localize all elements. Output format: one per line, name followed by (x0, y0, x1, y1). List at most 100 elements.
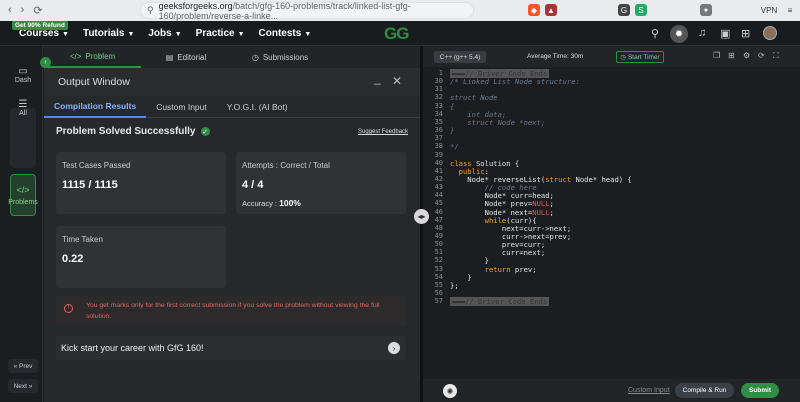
rail-all[interactable]: ☰ All (10, 99, 36, 119)
back-icon[interactable]: ‹ (8, 4, 12, 17)
time-taken-card: Time Taken 0.22 (56, 226, 226, 288)
extension-g-icon[interactable]: G (618, 4, 630, 16)
output-header: Output Window _ ✕ (44, 68, 420, 96)
tab-yogi-ai-bot[interactable]: Y.O.G.I. (AI Bot) (217, 96, 298, 118)
browser-menu-icon[interactable]: ≡ (784, 4, 796, 16)
vpn-button[interactable]: VPN (758, 4, 780, 16)
grid-icon[interactable]: ⊞ (728, 51, 735, 60)
address-bar[interactable]: ⚲ geeksforgeeks.org/batch/gfg-160-proble… (140, 1, 474, 21)
dashboard-icon: ▭ (18, 66, 28, 77)
status-message: Problem Solved Successfully ✓ (56, 126, 210, 137)
custom-input-link[interactable]: Custom Input (628, 387, 670, 394)
brave-shield-icon[interactable]: ◆ (528, 4, 540, 16)
site-info-icon[interactable]: ⚲ (147, 5, 154, 16)
chevron-down-icon: ▼ (237, 30, 245, 38)
line-number: 40 (434, 158, 443, 167)
code-editor[interactable]: 1 ▬▬▬// Driver Code Ends 30 /* Linked List … (423, 67, 800, 379)
chevron-down-icon: ▼ (304, 30, 312, 38)
prev-button[interactable]: « Prev (8, 359, 38, 373)
time-taken-label: Time Taken (62, 235, 103, 244)
attempts-card: Attempts : Correct / Total 4 / 4 Accurac… (236, 152, 406, 214)
warning-message: ! You get marks only for the first corre… (56, 296, 406, 326)
brave-rewards-icon[interactable]: ▲ (545, 4, 557, 16)
settings-icon[interactable]: ⚙ (743, 51, 750, 60)
line-number: 34 (434, 109, 443, 118)
code-line: }; (450, 280, 459, 290)
close-icon[interactable]: ✕ (392, 74, 402, 88)
menu-tutorials[interactable]: Tutorials ▼ (83, 28, 134, 39)
reset-icon[interactable]: ⟳ (758, 51, 765, 60)
code-line: */ (450, 142, 459, 152)
tab-custom-input[interactable]: Custom Input (146, 96, 217, 118)
accuracy: Accuracy : 100% (242, 198, 301, 208)
suggest-feedback-link[interactable]: Suggest Feedback (358, 129, 408, 135)
test-cases-label: Test Cases Passed (62, 161, 131, 170)
line-number: 42 (434, 174, 443, 183)
kickstart-banner[interactable]: Kick start your career with GfG 160! › (56, 336, 406, 360)
bell-icon[interactable]: ♫ (698, 27, 706, 39)
grid-icon[interactable]: ⊞ (741, 27, 750, 40)
line-number: 54 (434, 272, 443, 281)
arrow-right-icon[interactable]: › (388, 342, 400, 354)
expand-panel-icon[interactable]: › (40, 57, 51, 68)
output-window: Output Window _ ✕ Compilation Results Cu… (44, 68, 420, 402)
chevron-down-icon: ▼ (127, 30, 135, 38)
code-icon: </> (16, 184, 30, 195)
tab-submissions[interactable]: ◷ Submissions (231, 46, 329, 68)
test-cases-value: 1115 / 1115 (62, 179, 118, 191)
problem-tabs: </> Problem ▤ Editorial ◷ Submissions (44, 46, 420, 68)
test-cases-card: Test Cases Passed 1115 / 1115 (56, 152, 226, 214)
output-title: Output Window (58, 76, 130, 88)
avatar[interactable] (763, 26, 777, 40)
line-number: 1 (438, 69, 443, 77)
start-timer-button[interactable]: ◷ Start Timer (616, 51, 664, 63)
refund-badge: Get 90% Refund (12, 21, 68, 30)
line-number: 38 (434, 142, 443, 151)
line-number: 57 (434, 297, 443, 306)
line-number: 53 (434, 264, 443, 273)
fullscreen-icon[interactable]: ⛶ (773, 51, 779, 61)
chevron-down-icon: ▼ (62, 30, 69, 38)
gfg-logo[interactable]: GG (384, 24, 409, 44)
compile-run-button[interactable]: Compile & Run (675, 383, 734, 398)
language-select[interactable]: C++ (g++ 5.4) (434, 51, 486, 63)
reload-icon[interactable]: ⟳ (33, 4, 42, 17)
resize-handle-icon[interactable]: ◂▸ (414, 209, 429, 224)
time-taken-value: 0.22 (62, 253, 84, 265)
editor-toolbar: C++ (g++ 5.4) Average Time: 30m ◷ Start T… (423, 46, 800, 67)
line-number: 35 (434, 117, 443, 126)
chat-icon[interactable]: ▣ (720, 27, 730, 40)
attempts-label: Attempts : Correct / Total (242, 161, 330, 170)
theme-toggle-icon[interactable]: ✹ (670, 25, 688, 43)
lightbulb-icon[interactable]: ✺ (443, 384, 457, 398)
line-number: 37 (434, 134, 443, 143)
left-rail: ▭ Dash ☰ All </> Problems « Prev Next » (0, 46, 43, 402)
code-line: } (450, 126, 455, 136)
submit-button[interactable]: Submit (741, 383, 779, 398)
next-button[interactable]: Next » (8, 379, 38, 393)
extension-puzzle-icon[interactable]: ✦ (700, 4, 712, 16)
code-line: struct Node *next; (450, 117, 546, 127)
tab-editorial[interactable]: ▤ Editorial (141, 46, 231, 68)
minimize-icon[interactable]: _ (374, 71, 381, 85)
menu-contests[interactable]: Contests ▼ (259, 28, 312, 39)
code-line: /* Linked List Node structure: (450, 77, 580, 87)
menu-practice[interactable]: Practice ▼ (196, 28, 245, 39)
forward-icon[interactable]: › (21, 4, 25, 17)
editor-bottom-bar: ✺ Custom Input Compile & Run Submit (423, 379, 800, 402)
rail-dash[interactable]: ▭ Dash (10, 66, 36, 86)
extension-s-icon[interactable]: S (635, 4, 647, 16)
tab-compilation-results[interactable]: Compilation Results (44, 96, 147, 118)
average-time: Average Time: 30m (527, 53, 584, 60)
output-tabs: Compilation Results Custom Input Y.O.G.I… (44, 96, 420, 118)
line-number: 36 (434, 126, 443, 135)
menu-jobs[interactable]: Jobs ▼ (148, 28, 181, 39)
copy-icon[interactable]: ❐ (713, 51, 720, 60)
rail-problems[interactable]: </> Problems (8, 174, 38, 216)
line-number: 55 (434, 280, 443, 289)
search-icon[interactable]: ⚲ (651, 27, 659, 40)
tab-problem[interactable]: </> Problem (44, 46, 141, 68)
attempts-value: 4 / 4 (242, 179, 264, 191)
line-number: 39 (434, 150, 443, 159)
code-icon: </> (69, 51, 82, 61)
